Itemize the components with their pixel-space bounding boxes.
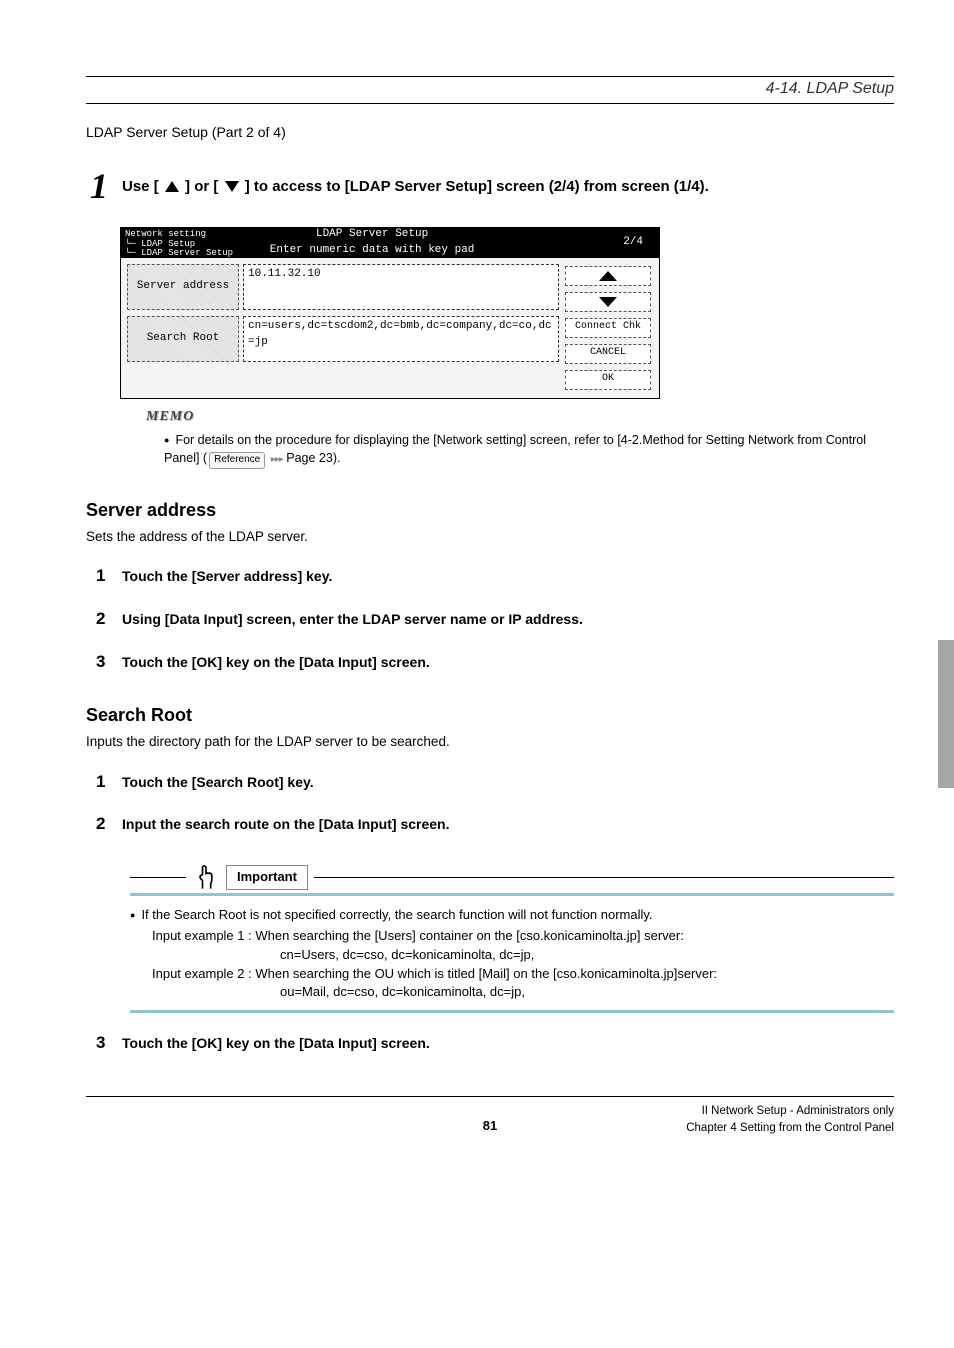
down-arrow-icon <box>225 181 239 192</box>
step-text-mid: or <box>190 178 213 195</box>
cancel-button[interactable]: CANCEL <box>565 344 651 364</box>
server-address-heading: Server address <box>86 497 894 523</box>
chevron-down-icon <box>599 297 617 307</box>
step-text: Touch the [OK] key on the [Data Input] s… <box>122 1033 894 1053</box>
step-number: 1 <box>96 564 112 589</box>
step-text: Touch the [OK] key on the [Data Input] s… <box>122 652 894 672</box>
important-label: Important <box>226 865 308 890</box>
search-root-key[interactable]: Search Root <box>127 316 239 362</box>
list-item: 1 Touch the [Server address] key. <box>96 564 894 589</box>
step-text: Input the search route on the [Data Inpu… <box>122 814 894 834</box>
step-number: 2 <box>96 812 112 837</box>
search-root-desc: Inputs the directory path for the LDAP s… <box>86 732 894 752</box>
footer-line-1: II Network Setup - Administrators only <box>625 1103 894 1120</box>
server-address-desc: Sets the address of the LDAP server. <box>86 527 894 547</box>
memo-text-2: Page 23). <box>283 451 341 465</box>
list-item: 2 Input the search route on the [Data Inp… <box>96 812 894 837</box>
example-2-line-2: ou=Mail, dc=cso, dc=konicaminolta, dc=jp… <box>280 983 894 1002</box>
search-root-heading: Search Root <box>86 702 894 728</box>
lcd-screenshot: Network setting └─ LDAP Setup └─ LDAP Se… <box>120 227 660 399</box>
step-text-prefix: Use <box>122 178 154 195</box>
step-text-suffix: to access to [LDAP Server Setup] screen … <box>250 178 709 195</box>
memo-label: MEMO <box>146 407 894 427</box>
lcd-up-button[interactable] <box>565 266 651 286</box>
example-1-line-1: Input example 1 : When searching the [Us… <box>152 927 894 946</box>
list-item: 1 Touch the [Search Root] key. <box>96 770 894 795</box>
chevron-up-icon <box>599 271 617 281</box>
reference-tag: Reference <box>209 452 265 469</box>
reference-arrow-icon: ▸▸▸ <box>271 454 283 465</box>
step-number: 3 <box>96 650 112 675</box>
breadcrumb: └─ LDAP Server Setup <box>125 249 233 259</box>
step-text: Touch the [Search Root] key. <box>122 772 894 792</box>
memo-bullet <box>164 433 175 447</box>
example-2-line-1: Input example 2 : When searching the OU … <box>152 965 894 984</box>
step-number: 1 <box>96 770 112 795</box>
example-1-line-2: cn=Users, dc=cso, dc=konicaminolta, dc=j… <box>280 946 894 965</box>
important-block: Important If the Search Root is not spec… <box>130 863 894 1013</box>
list-item: 3 Touch the [OK] key on the [Data Input] … <box>96 1031 894 1056</box>
list-item: 2 Using [Data Input] screen, enter the LD… <box>96 607 894 632</box>
lcd-row: Search Root cn=users,dc=tscdom2,dc=bmb,d… <box>127 316 559 362</box>
ok-button[interactable]: OK <box>565 370 651 390</box>
memo-body: For details on the procedure for display… <box>164 431 894 469</box>
important-bullet-text: If the Search Root is not specified corr… <box>141 907 652 922</box>
step-number: 2 <box>96 607 112 632</box>
page-subtitle: LDAP Server Setup (Part 2 of 4) <box>86 122 894 142</box>
major-step-number: 1 <box>86 160 112 212</box>
search-root-value: cn=users,dc=tscdom2,dc=bmb,dc=company,dc… <box>243 316 559 362</box>
page-number: 81 <box>355 1117 624 1136</box>
step-text: Touch the [Server address] key. <box>122 566 894 586</box>
important-bullet: If the Search Root is not specified corr… <box>130 906 894 925</box>
step-text: Using [Data Input] screen, enter the LDA… <box>122 609 894 629</box>
pointing-hand-icon <box>192 863 220 891</box>
major-step-text: Use [ ] or [ ] to access to [LDAP Server… <box>122 176 709 198</box>
server-address-key[interactable]: Server address <box>127 264 239 310</box>
server-address-value: 10.11.32.10 <box>243 264 559 310</box>
memo-text-1: For details on the procedure for display… <box>164 433 866 465</box>
page-thumb-tab <box>938 640 954 788</box>
lcd-breadcrumb: Network setting └─ LDAP Setup └─ LDAP Se… <box>125 230 233 260</box>
section-header: 4-14. LDAP Setup <box>766 77 894 100</box>
lcd-row: Server address 10.11.32.10 <box>127 264 559 310</box>
lcd-down-button[interactable] <box>565 292 651 312</box>
step-number: 3 <box>96 1031 112 1056</box>
list-item: 3 Touch the [OK] key on the [Data Input] … <box>96 650 894 675</box>
lcd-page-indicator: 2/4 <box>623 235 643 251</box>
footer-line-2: Chapter 4 Setting from the Control Panel <box>625 1120 894 1137</box>
connect-check-button[interactable]: Connect Chk <box>565 318 651 338</box>
up-arrow-icon <box>165 181 179 192</box>
